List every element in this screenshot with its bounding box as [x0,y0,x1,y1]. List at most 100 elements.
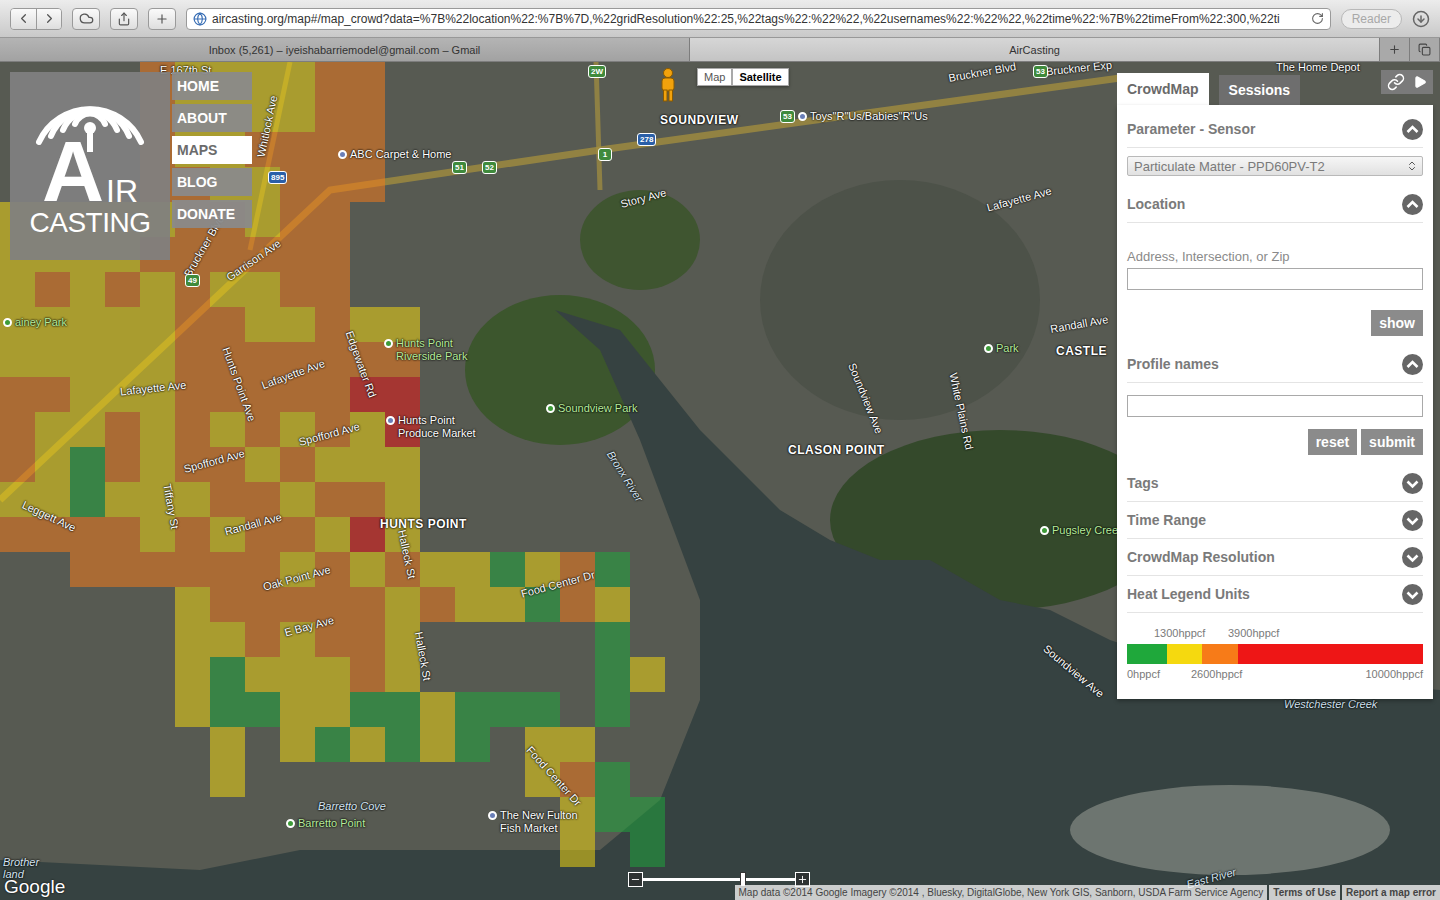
crowdmap-cell[interactable] [595,762,630,797]
crowdmap-cell[interactable] [350,552,385,587]
crowdmap-cell[interactable] [350,447,385,482]
crowdmap-cell[interactable] [455,727,490,762]
crowdmap-cell[interactable] [245,342,280,377]
crowdmap-cell[interactable] [245,657,280,692]
action-button[interactable]: show [1371,310,1423,336]
crowdmap-cell[interactable] [280,132,315,167]
legend-segment[interactable] [1202,644,1238,664]
crowdmap-cell[interactable] [105,342,140,377]
crowdmap-cell[interactable] [210,587,245,622]
crowdmap-cell[interactable] [350,517,385,552]
crowdmap-cell[interactable] [315,447,350,482]
crowdmap-cell[interactable] [210,692,245,727]
crowdmap-cell[interactable] [455,587,490,622]
back-button[interactable] [11,9,36,29]
crowdmap-cell[interactable] [175,552,210,587]
crowdmap-cell[interactable] [420,692,455,727]
poi-pin-icon[interactable] [546,404,555,413]
crowdmap-cell[interactable] [350,97,385,132]
link-icon[interactable] [1387,73,1405,91]
crowdmap-cell[interactable] [70,342,105,377]
legend-segment[interactable] [1127,644,1167,664]
crowdmap-cell[interactable] [315,202,350,237]
poi-pin-icon[interactable] [386,416,395,425]
crowdmap-cell[interactable] [490,587,525,622]
crowdmap-cell[interactable] [280,62,315,97]
attribution-link[interactable]: Terms of Use [1269,885,1340,900]
crowdmap-cell[interactable] [385,307,420,342]
expand-icon[interactable] [1402,473,1423,494]
crowdmap-cell[interactable] [280,482,315,517]
crowdmap-cell[interactable] [210,307,245,342]
crowdmap-cell[interactable] [315,167,350,202]
crowdmap-cell[interactable] [385,727,420,762]
crowdmap-cell[interactable] [385,377,420,412]
crowdmap-cell[interactable] [105,447,140,482]
crowdmap-cell[interactable] [0,517,35,552]
poi-pin-icon[interactable] [798,112,807,121]
crowdmap-cell[interactable] [175,587,210,622]
crowdmap-cell[interactable] [350,62,385,97]
poi-pin-icon[interactable] [488,811,497,820]
map-type-button[interactable]: Satellite [732,68,788,86]
crowdmap-cell[interactable] [245,307,280,342]
crowdmap-cell[interactable] [280,272,315,307]
legend-segment[interactable] [1238,644,1423,664]
nav-item[interactable]: MAPS [172,136,252,164]
tab-overview-button[interactable] [1410,38,1440,61]
crowdmap-cell[interactable] [420,552,455,587]
expand-icon[interactable] [1402,584,1423,605]
crowdmap-cell[interactable] [490,692,525,727]
crowdmap-cell[interactable] [315,97,350,132]
downloads-icon[interactable] [1412,10,1430,28]
legend-segment[interactable] [1167,644,1202,664]
crowdmap-cell[interactable] [315,657,350,692]
crowdmap-cell[interactable] [315,377,350,412]
crowdmap-cell[interactable] [455,552,490,587]
poi-pin-icon[interactable] [286,819,295,828]
collapse-panel-icon[interactable] [1413,75,1427,89]
poi-pin-icon[interactable] [984,344,993,353]
map-type-button[interactable]: Map [697,68,732,86]
crowdmap-cell[interactable] [280,97,315,132]
crowdmap-cell[interactable] [350,482,385,517]
crowdmap-cell[interactable] [175,412,210,447]
forward-button[interactable] [36,9,61,29]
crowdmap-cell[interactable] [315,132,350,167]
section-header[interactable]: Location [1127,186,1423,223]
crowdmap-cell[interactable] [105,517,140,552]
crowdmap-cell[interactable] [105,552,140,587]
crowdmap-cell[interactable] [280,587,315,622]
crowdmap-cell[interactable] [140,447,175,482]
crowdmap-cell[interactable] [630,832,665,867]
crowdmap-cell[interactable] [175,692,210,727]
crowdmap-cell[interactable] [315,692,350,727]
collapse-icon[interactable] [1402,354,1423,375]
crowdmap-cell[interactable] [210,412,245,447]
location-input[interactable] [1127,268,1423,290]
crowdmap-cell[interactable] [0,447,35,482]
map[interactable]: E 167th StWhitlock AveABC Carpet & HomeB… [0,62,1440,900]
crowdmap-cell[interactable] [35,447,70,482]
crowdmap-cell[interactable] [140,412,175,447]
crowdmap-cell[interactable] [385,657,420,692]
crowdmap-cell[interactable] [105,307,140,342]
section-header[interactable]: Time Range [1127,502,1423,539]
crowdmap-cell[interactable] [0,412,35,447]
crowdmap-cell[interactable] [280,307,315,342]
crowdmap-cell[interactable] [385,482,420,517]
action-button[interactable]: submit [1361,429,1423,455]
google-logo[interactable]: Google [4,876,65,898]
crowdmap-cell[interactable] [105,412,140,447]
crowdmap-cell[interactable] [595,622,630,657]
crowdmap-cell[interactable] [210,482,245,517]
crowdmap-cell[interactable] [350,727,385,762]
crowdmap-cell[interactable] [0,342,35,377]
icloud-button[interactable] [72,8,100,30]
crowdmap-cell[interactable] [490,552,525,587]
street-view-control[interactable] [659,68,677,106]
crowdmap-cell[interactable] [385,587,420,622]
section-header[interactable]: Heat Legend Units [1127,576,1423,613]
poi-pin-icon[interactable] [338,150,347,159]
poi-pin-icon[interactable] [3,318,12,327]
